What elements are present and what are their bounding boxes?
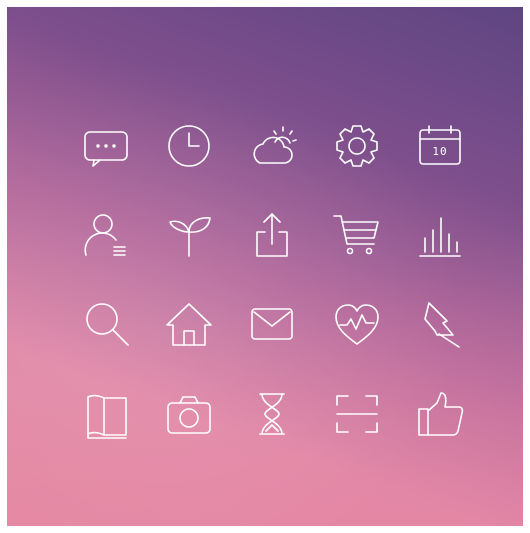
shopping-cart-icon — [332, 210, 382, 260]
scan-frame-icon — [332, 389, 382, 439]
book-icon — [82, 389, 132, 439]
mail-icon — [247, 299, 297, 349]
pushpin-icon — [415, 299, 465, 349]
search-icon — [82, 299, 132, 349]
bar-chart-icon — [415, 210, 465, 260]
sprout-icon — [164, 210, 214, 260]
clock-icon — [164, 121, 214, 171]
hourglass-icon — [247, 389, 297, 439]
calendar-day-label: 10 — [432, 145, 448, 158]
share-upload-icon — [247, 210, 297, 260]
gear-icon — [332, 121, 382, 171]
user-icon — [82, 210, 132, 260]
calendar-icon: 10 — [415, 121, 465, 171]
icon-set-background: 10 — [7, 7, 523, 526]
chat-bubble-icon — [82, 121, 132, 171]
thumbs-up-icon — [415, 389, 465, 439]
camera-icon — [164, 389, 214, 439]
heart-pulse-icon — [332, 299, 382, 349]
weather-partly-cloudy-icon — [247, 121, 297, 171]
home-icon — [164, 299, 214, 349]
